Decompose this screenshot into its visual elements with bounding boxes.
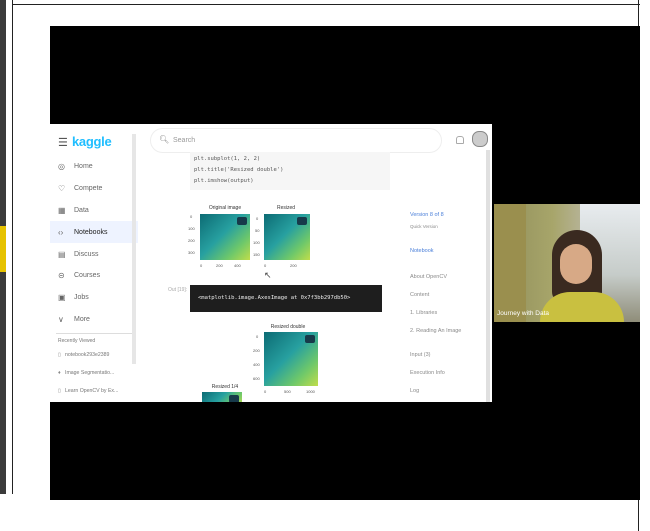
kaggle-topbar: 🔍︎ Search — [150, 128, 488, 153]
search-input[interactable]: 🔍︎ Search — [150, 128, 442, 153]
toc-item[interactable]: Content — [410, 292, 429, 298]
recent-item[interactable]: ▯ notebook293e2389 — [58, 352, 138, 358]
recently-viewed-title: Recently Viewed — [58, 338, 96, 344]
sidebar-item-compete[interactable]: ♡ Compete — [50, 178, 138, 200]
sidebar-scrollbar[interactable] — [132, 134, 136, 364]
y-tick: 200 — [188, 238, 195, 243]
toc-item[interactable]: About OpenCV — [410, 274, 447, 280]
image-caption: Resized 1/4 — [211, 384, 239, 390]
sidebar-item-notebooks[interactable]: ‹› Notebooks — [50, 221, 138, 244]
sidebar-item-data[interactable]: ▦ Data — [50, 200, 138, 222]
bell-icon[interactable] — [456, 136, 464, 144]
x-tick: 200 — [216, 263, 223, 268]
x-tick: 0 — [264, 389, 267, 394]
resized-double-image — [264, 332, 318, 386]
version-link[interactable]: Version 8 of 8 — [410, 212, 444, 218]
sidebar-item-more[interactable]: ∨ More — [50, 309, 138, 331]
image-caption: Resized — [276, 205, 296, 211]
hamburger-icon[interactable]: ☰ — [58, 136, 68, 149]
resized-image — [264, 214, 310, 260]
image-caption: Original image — [208, 205, 242, 211]
search-placeholder: Search — [173, 137, 196, 144]
sidebar-item-label: Home — [74, 163, 93, 171]
toc-item[interactable]: Execution Info — [410, 370, 445, 376]
recent-item[interactable]: ▯ Learn OpenCV by Ex... — [58, 388, 138, 394]
y-tick: 100 — [188, 226, 195, 231]
courses-icon: ⊝ — [58, 271, 65, 281]
toc-item[interactable]: 1. Libraries — [410, 310, 437, 316]
toc-item[interactable]: Input (3) — [410, 352, 430, 358]
cell-number: Out [19]: — [168, 287, 188, 293]
image-caption: Resized double — [270, 324, 306, 330]
page-scrollbar[interactable] — [486, 150, 490, 402]
toc-item[interactable]: Log — [410, 388, 419, 394]
y-tick: 0 — [190, 214, 193, 219]
y-tick: 0 — [256, 334, 259, 339]
notebook-icon: ▯ — [58, 388, 61, 394]
y-tick: 100 — [253, 240, 260, 245]
compass-icon: ◎ — [58, 162, 65, 172]
recent-item[interactable]: ♦ Image Segmentatio... — [58, 370, 138, 376]
jobs-icon: ▣ — [58, 293, 66, 303]
output-cell: <matplotlib.image.AxesImage at 0x7f3bb29… — [190, 285, 382, 312]
sidebar-item-label: Jobs — [74, 294, 89, 302]
x-tick: 200 — [290, 263, 297, 268]
code-icon: ‹› — [58, 227, 64, 237]
mouse-cursor-icon: ↖ — [264, 270, 272, 280]
presenter-face — [560, 244, 592, 284]
sidebar-divider — [56, 333, 132, 334]
left-frame-strip — [0, 0, 13, 494]
sidebar-item-label: Compete — [74, 185, 103, 193]
code-line: plt.imshow(output) — [194, 178, 254, 184]
sidebar-item-label: Notebooks — [74, 228, 108, 236]
video-door — [494, 204, 526, 322]
sidebar-item-home[interactable]: ◎ Home — [50, 156, 138, 178]
y-tick: 300 — [188, 250, 195, 255]
x-tick: 0 — [264, 263, 267, 268]
sidebar-item-label: Discuss — [74, 250, 99, 258]
resized-quarter-image — [202, 392, 242, 402]
x-tick: 400 — [234, 263, 241, 268]
code-line: plt.subplot(1, 2, 2) — [194, 156, 261, 162]
y-tick: 0 — [256, 216, 259, 221]
y-tick: 600 — [253, 376, 260, 381]
x-tick: 500 — [284, 389, 291, 394]
y-tick: 400 — [253, 362, 260, 367]
code-line: plt.title('Resized double') — [194, 167, 284, 173]
dataset-icon: ♦ — [58, 370, 61, 376]
sidebar-item-label: More — [74, 315, 90, 323]
chevron-down-icon: ∨ — [58, 314, 64, 324]
kaggle-sidebar: ☰ kaggle ◎ Home ♡ Compete ▦ Data ‹› Note… — [50, 124, 138, 402]
search-icon: 🔍︎ — [159, 135, 170, 144]
frame-yellow-accent — [0, 226, 6, 272]
sidebar-item-label: Data — [74, 206, 89, 214]
shared-screen-kaggle: ☰ kaggle ◎ Home ♡ Compete ▦ Data ‹› Note… — [50, 124, 492, 402]
frame-top-line — [12, 4, 640, 5]
notebook-link[interactable]: Notebook — [410, 248, 434, 254]
sidebar-nav: ◎ Home ♡ Compete ▦ Data ‹› Notebooks ▤ D… — [50, 156, 138, 330]
quick-version-label: Quick Version — [410, 224, 438, 229]
original-image — [200, 214, 250, 260]
toc-item[interactable]: 2. Reading An Image — [410, 328, 461, 334]
comment-icon: ▤ — [58, 249, 66, 259]
notebook-icon: ▯ — [58, 352, 61, 358]
sidebar-item-courses[interactable]: ⊝ Courses — [50, 265, 138, 287]
sidebar-item-jobs[interactable]: ▣ Jobs — [50, 287, 138, 309]
y-tick: 50 — [255, 228, 260, 233]
x-tick: 0 — [200, 263, 203, 268]
sidebar-item-label: Courses — [74, 272, 101, 280]
participant-name: Journey with Data — [497, 310, 550, 317]
code-cell[interactable]: plt.subplot(1, 2, 2) plt.title('Resized … — [190, 152, 390, 190]
kaggle-logo[interactable]: kaggle — [72, 134, 112, 149]
x-tick: 1000 — [306, 389, 315, 394]
table-icon: ▦ — [58, 205, 66, 215]
sidebar-item-discuss[interactable]: ▤ Discuss — [50, 243, 138, 265]
y-tick: 150 — [253, 252, 260, 257]
y-tick: 200 — [253, 348, 260, 353]
trophy-icon: ♡ — [58, 184, 66, 194]
avatar[interactable] — [472, 131, 488, 147]
presenter-video[interactable]: Journey with Data — [494, 204, 640, 322]
